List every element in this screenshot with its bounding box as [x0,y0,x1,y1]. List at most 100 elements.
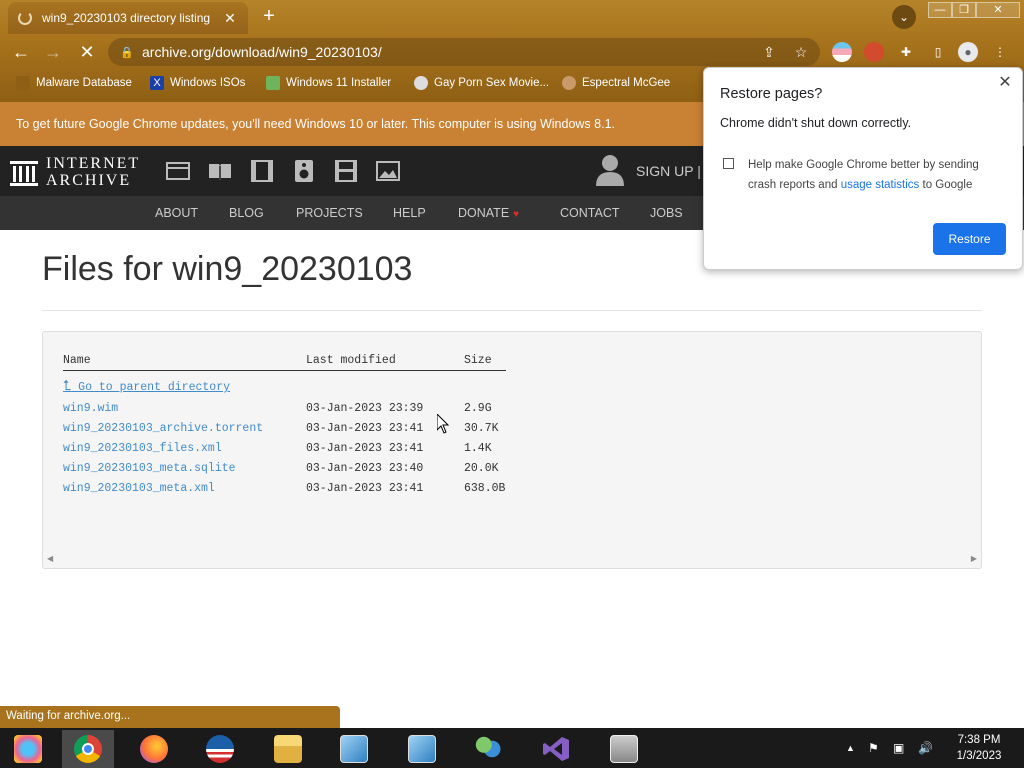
taskbar-visual-studio[interactable] [530,730,582,768]
start-button[interactable] [2,730,54,768]
back-button[interactable]: ← [10,42,32,62]
tab-title: win9_20230103 directory listing [42,11,211,25]
usage-statistics-link[interactable]: usage statistics [841,179,920,191]
folder-icon [274,735,302,763]
restore-button[interactable]: Restore [933,223,1006,255]
column-header-size[interactable]: Size [464,352,506,371]
bookmark-label: Windows 11 Installer [286,77,392,89]
tab-close-icon[interactable]: ✕ [222,10,238,27]
sign-up-link[interactable]: SIGN UP | [636,163,701,179]
file-link[interactable]: win9_20230103_files.xml [63,442,222,455]
file-modified-cell: 03-Jan-2023 23:41 [306,481,424,495]
side-panel-icon[interactable]: ▯ [928,42,948,62]
column-header-modified[interactable]: Last modified [306,352,464,371]
file-link[interactable]: win9_20230103_archive.torrent [63,422,263,435]
audio-icon[interactable] [292,160,316,182]
close-window-button[interactable]: ✕ [976,2,1020,18]
bookmark-star-icon[interactable]: ☆ [792,43,810,61]
minimize-button[interactable]: — [928,2,952,18]
nav-contact[interactable]: CONTACT [560,206,620,220]
bookmark-malware-database[interactable]: Malware Database [16,76,132,90]
tray-expand-icon[interactable]: ▲ [846,743,855,753]
volume-icon[interactable]: 🔊 [918,741,933,755]
taskbar-obama[interactable] [194,730,246,768]
clock[interactable]: 7:38 PM 1/3/2023 [948,732,1010,764]
software-icon[interactable] [334,160,358,182]
nav-about[interactable]: ABOUT [155,206,198,220]
divider [42,310,982,311]
bookmark-windows-isos[interactable]: X Windows ISOs [150,76,245,90]
taskbar-perfmon[interactable] [598,730,650,768]
nav-projects[interactable]: PROJECTS [296,206,363,220]
file-size-cell: 2.9G [464,401,492,415]
dialog-close-icon[interactable]: ✕ [996,74,1014,92]
file-link[interactable]: win9_20230103_meta.sqlite [63,462,236,475]
table-row: win9_20230103_meta.xml 03-Jan-2023 23:41… [63,478,506,498]
nav-jobs[interactable]: JOBS [650,206,683,220]
bookmark-windows-11-installer[interactable]: Windows 11 Installer [266,76,391,90]
nav-blog[interactable]: BLOG [229,206,264,220]
page-title: Files for win9_20230103 [42,250,413,288]
user-icon[interactable] [596,154,624,186]
bookmark-label: Windows ISOs [170,77,246,89]
images-icon[interactable] [376,160,400,182]
status-bubble: Waiting for archive.org... [0,706,340,728]
taskbar-network-app-2[interactable] [396,730,448,768]
profile-avatar-icon[interactable]: ● [958,42,978,62]
parent-directory-link[interactable]: ⮤ Go to parent directory [63,379,230,395]
file-size-cell: 30.7K [464,421,499,435]
file-modified-cell: 03-Jan-2023 23:41 [306,441,424,455]
table-row: win9_20230103_files.xml 03-Jan-2023 23:4… [63,438,506,458]
logo-text-line1: INTERNET [46,155,141,172]
file-size-cell: 20.0K [464,461,499,475]
stop-button[interactable]: ✕ [76,42,98,62]
file-size-cell: 638.0B [464,481,506,495]
crash-report-checkbox[interactable] [723,158,734,169]
new-tab-button[interactable]: + [258,6,280,28]
start-orb-icon [14,735,42,763]
video-icon[interactable] [250,160,274,182]
taskbar: ▲ ⚑ ▣ 🔊 7:38 PM 1/3/2023 [0,728,1024,768]
monitor-chart-icon [610,735,638,763]
lock-icon: 🔒 [120,46,134,59]
heart-icon: ♥ [513,209,520,220]
tab-strip: win9_20230103 directory listing ✕ + ⌄ — … [0,0,1024,34]
file-link[interactable]: win9_20230103_meta.xml [63,482,215,495]
extension-avatar-icon[interactable] [864,42,884,62]
bookmark-espectral-mcgee[interactable]: Espectral McGee [562,76,670,90]
address-bar[interactable]: 🔒 archive.org/download/win9_20230103/ ⇪ … [108,38,820,66]
extension-flag-icon[interactable] [832,42,852,62]
scroll-right-icon[interactable]: ▶ [971,554,977,563]
browser-toolbar: ← → ✕ 🔒 archive.org/download/win9_202301… [0,34,1024,70]
x-icon: X [150,76,164,90]
nav-help[interactable]: HELP [393,206,426,220]
taskbar-network-app-1[interactable] [328,730,380,768]
taskbar-users[interactable] [462,730,514,768]
scroll-left-icon[interactable]: ◀ [47,554,53,563]
flag-icon[interactable]: ⚑ [868,741,879,755]
nav-donate[interactable]: DONATE ♥ [458,206,519,220]
menu-kebab-icon[interactable]: ⋮ [990,42,1010,62]
file-name-cell: win9_20230103_meta.sqlite [63,458,306,478]
taskbar-firefox[interactable] [128,730,180,768]
column-header-name[interactable]: Name [63,352,306,371]
parent-directory-label: Go to parent directory [71,381,230,395]
tab-active[interactable]: win9_20230103 directory listing ✕ [8,2,248,34]
taskbar-file-explorer[interactable] [262,730,314,768]
file-listing: Name Last modified Size ⮤ Go to parent d… [42,331,982,569]
file-link[interactable]: win9.wim [63,402,118,415]
extensions-puzzle-icon[interactable]: ✚ [896,42,916,62]
texts-icon[interactable] [208,160,232,182]
file-name-cell: win9.wim [63,398,306,418]
maximize-button[interactable]: ❐ [952,2,976,18]
ia-logo[interactable]: INTERNET ARCHIVE [10,155,146,189]
bookmark-movies[interactable]: Gay Porn Sex Movie... [414,76,549,90]
file-name-cell: win9_20230103_archive.torrent [63,418,306,438]
tab-search-button[interactable]: ⌄ [892,5,916,29]
forward-button[interactable]: → [42,42,64,62]
crash-report-label: Help make Google Chrome better by sendin… [748,155,1008,195]
network-icon[interactable]: ▣ [893,741,904,755]
taskbar-chrome[interactable] [62,730,114,768]
web-icon[interactable] [166,160,190,182]
share-icon[interactable]: ⇪ [760,43,778,61]
